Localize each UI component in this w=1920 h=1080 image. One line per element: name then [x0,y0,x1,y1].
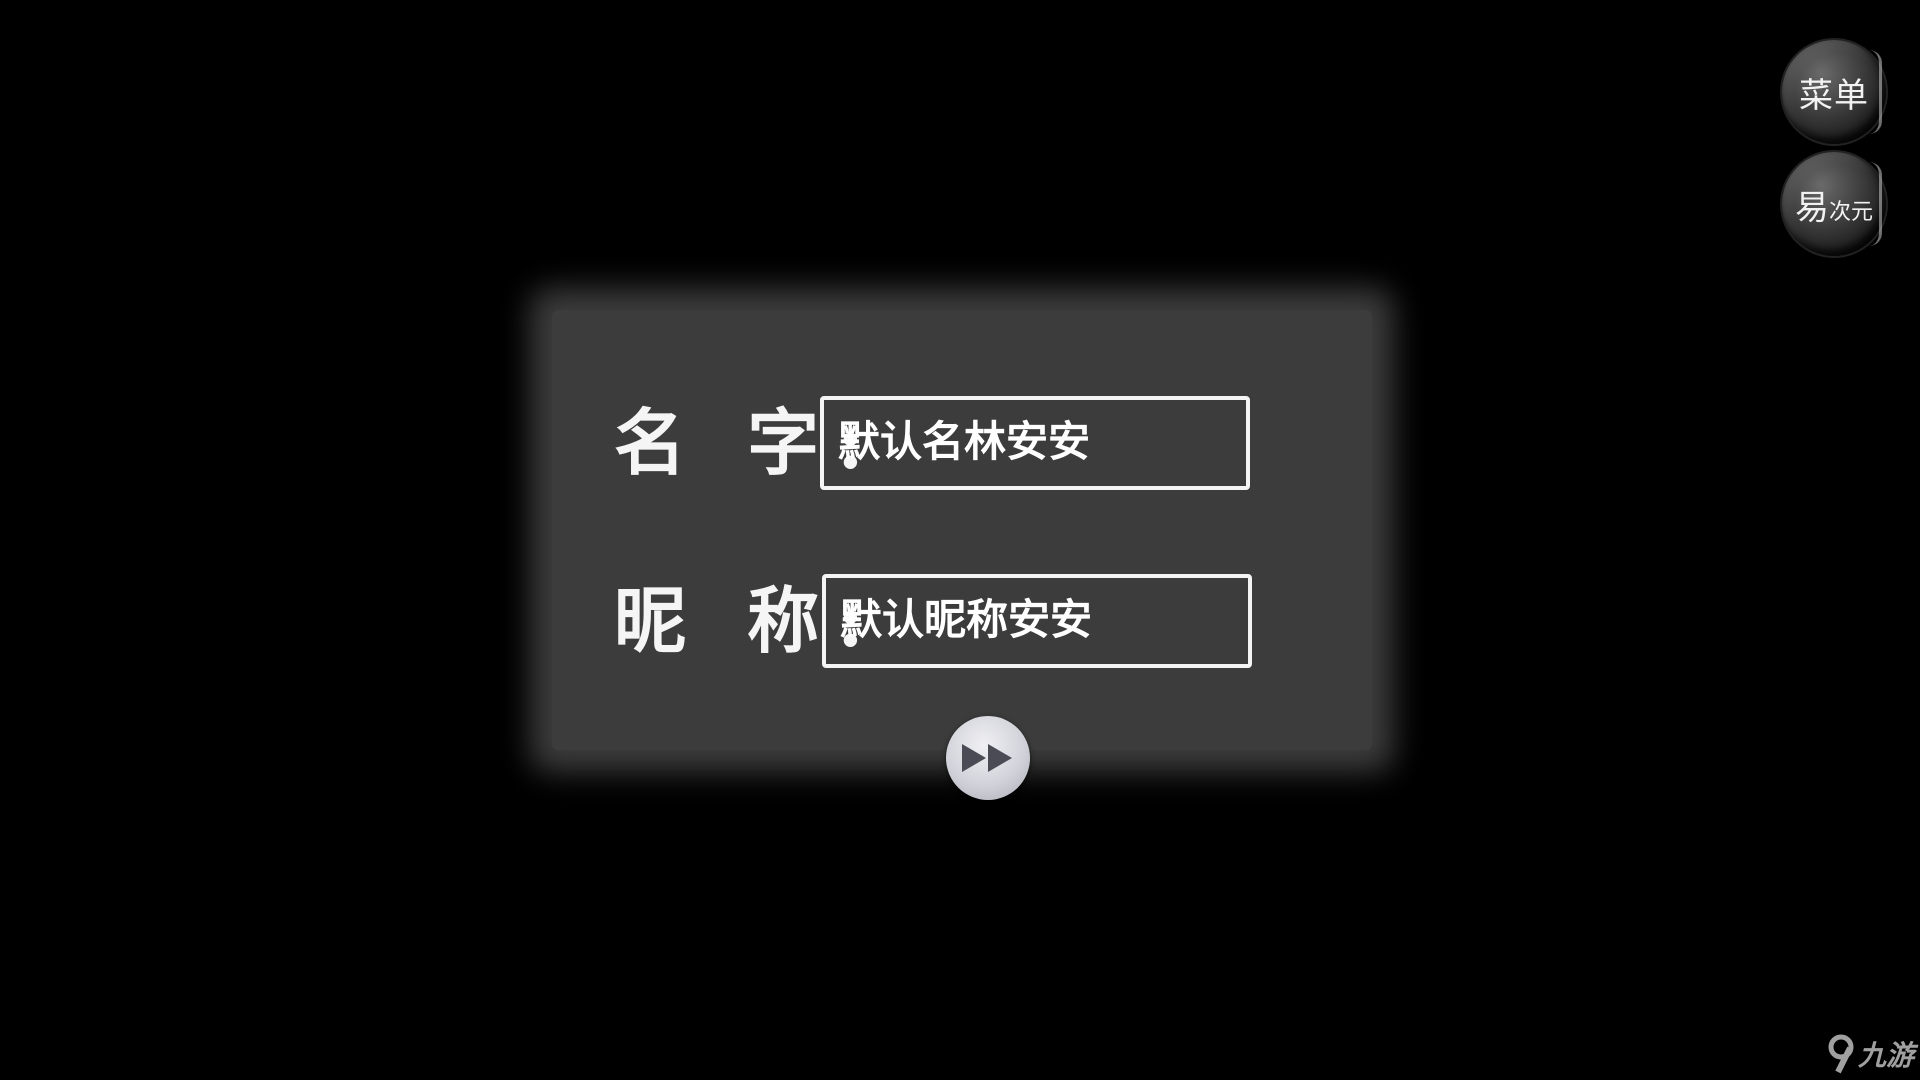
fast-forward-icon [962,744,1012,772]
brand-button-main: 易 [1794,187,1829,228]
nickname-row: 昵 称: 默认昵称安安 [614,574,1252,668]
menu-button-label: 菜单 [1799,75,1869,116]
confirm-button[interactable] [946,716,1030,800]
brand-button[interactable]: 易 次元 [1782,152,1886,256]
nickname-input-value: 默认昵称安安 [840,595,1093,644]
nickname-label-text: 昵 称 [614,578,838,663]
name-label-text: 名 字 [614,400,838,485]
nickname-input[interactable]: 默认昵称安安 [822,574,1252,668]
name-input[interactable]: 默认名林安安 [820,396,1250,490]
menu-button[interactable]: 菜单 [1782,40,1886,144]
9game-logo-icon [1828,1034,1854,1074]
brand-button-sub: 次元 [1828,200,1873,225]
name-row: 名 字: 默认名林安安 [614,396,1250,490]
nickname-label: 昵 称: [614,585,864,657]
name-input-value: 默认名林安安 [838,417,1091,466]
watermark: 九游 [1824,1034,1914,1074]
watermark-text: 九游 [1857,1039,1914,1072]
name-label: 名 字: [614,407,864,479]
game-screen: 菜单 易 次元 名 字: 默认名林安安 昵 称: 默认昵称安安 九游 [0,0,1920,1080]
name-entry-panel: 名 字: 默认名林安安 昵 称: 默认昵称安安 [552,310,1372,750]
